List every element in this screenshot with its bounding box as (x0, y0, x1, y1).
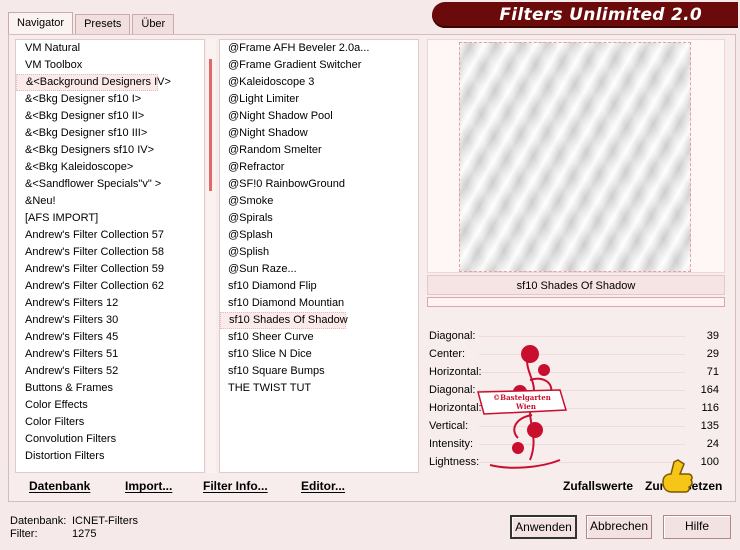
db-label: Datenbank: (10, 515, 67, 527)
scrollbar-thumb[interactable] (209, 59, 212, 191)
progress-bar (427, 297, 725, 307)
list-item[interactable]: &<Bkg Designer sf10 I> (16, 91, 204, 108)
list-item[interactable]: Distortion Filters (16, 448, 204, 465)
list-item[interactable]: [AFS IMPORT] (16, 210, 204, 227)
app-title: Filters Unlimited 2.0 (499, 5, 702, 25)
list-item[interactable]: VM Natural (16, 40, 204, 57)
filter-name-label: sf10 Shades Of Shadow (427, 275, 725, 295)
list-item[interactable]: &<Bkg Kaleidoscope> (16, 159, 204, 176)
param-label: Vertical: (429, 420, 469, 432)
param-value: 116 (701, 402, 719, 414)
list-item[interactable]: @Splish (220, 244, 418, 261)
list-item[interactable]: @SF!0 RainbowGround (220, 176, 418, 193)
filter-list[interactable]: @Frame AFH Beveler 2.0a... @Frame Gradie… (219, 39, 419, 473)
list-item[interactable]: @Refractor (220, 159, 418, 176)
tab-ueber[interactable]: Über (132, 14, 175, 34)
tab-presets[interactable]: Presets (75, 14, 131, 34)
param-label: Diagonal: (429, 384, 476, 396)
action-row: Datenbank Import... Filter Info... Edito… (9, 475, 737, 499)
db-value: ICNET-Filters (72, 515, 138, 527)
selected-category[interactable]: &<Background Designers IV> (16, 74, 171, 91)
watermark-text-line-2: Wien (515, 402, 536, 411)
list-item[interactable]: sf10 Diamond Flip (220, 278, 418, 295)
title-banner: Filters Unlimited 2.0 (432, 2, 738, 28)
category-list[interactable]: VM Natural VM Toolbox &<Background Desig… (15, 39, 205, 473)
param-value: 39 (706, 330, 719, 342)
filter-info-button[interactable]: Filter Info... (197, 475, 274, 497)
list-item[interactable]: VM Toolbox (16, 57, 204, 74)
cancel-button[interactable]: Abbrechen (586, 515, 652, 539)
list-item[interactable]: @Frame AFH Beveler 2.0a... (220, 40, 418, 57)
list-item[interactable]: Andrew's Filters 12 (16, 295, 204, 312)
category-scrollbar[interactable] (207, 39, 216, 473)
list-item[interactable]: sf10 Diamond Mountian (220, 295, 418, 312)
list-item[interactable]: @Frame Gradient Switcher (220, 57, 418, 74)
list-item[interactable]: sf10 Square Bumps (220, 363, 418, 380)
import-button[interactable]: Import... (119, 475, 178, 497)
list-item[interactable]: Color Effects (16, 397, 204, 414)
tab-navigator[interactable]: Navigator (8, 12, 74, 34)
list-item[interactable]: @Night Shadow (220, 125, 418, 142)
list-item[interactable]: @Smoke (220, 193, 418, 210)
list-item[interactable]: Andrew's Filter Collection 62 (16, 278, 204, 295)
preview-frame (427, 39, 725, 273)
list-item[interactable]: Andrew's Filter Collection 59 (16, 261, 204, 278)
list-item[interactable]: @Night Shadow Pool (220, 108, 418, 125)
param-value: 24 (706, 438, 719, 450)
watermark-stamp: ©Bastelgarten Wien (477, 345, 567, 469)
list-item[interactable]: Convolution Filters (16, 431, 204, 448)
param-label: Intensity: (429, 438, 474, 450)
param-value: 29 (706, 348, 719, 360)
list-item[interactable]: Andrew's Filter Collection 58 (16, 244, 204, 261)
list-item[interactable]: @Sun Raze... (220, 261, 418, 278)
param-slider[interactable] (479, 336, 685, 337)
param-value: 164 (700, 384, 719, 396)
param-value: 135 (700, 420, 719, 432)
param-label: Center: (429, 348, 466, 360)
list-item[interactable]: @Spirals (220, 210, 418, 227)
main-panel: VM Natural VM Toolbox &<Background Desig… (8, 34, 736, 502)
randomize-button[interactable]: Zufallswerte (557, 475, 639, 497)
preview-image[interactable] (459, 42, 691, 272)
tab-bar: Navigator Presets Über (8, 12, 176, 34)
list-item[interactable]: @Splash (220, 227, 418, 244)
list-item[interactable]: @Random Smelter (220, 142, 418, 159)
list-item[interactable]: @Light Limiter (220, 91, 418, 108)
datenbank-button[interactable]: Datenbank (23, 475, 96, 497)
selected-filter[interactable]: sf10 Shades Of Shadow (220, 312, 348, 329)
editor-button[interactable]: Editor... (295, 475, 351, 497)
list-item[interactable]: THE TWIST TUT (220, 380, 418, 397)
apply-button[interactable]: Anwenden (510, 515, 577, 539)
list-item[interactable]: Andrew's Filters 51 (16, 346, 204, 363)
watermark-text-line-1: ©Bastelgarten (493, 393, 551, 402)
list-item[interactable]: Andrew's Filters 30 (16, 312, 204, 329)
list-item[interactable]: @Kaleidoscope 3 (220, 74, 418, 91)
list-item[interactable]: &<Bkg Designers sf10 IV> (16, 142, 204, 159)
pointing-hand-icon (662, 459, 693, 493)
list-item[interactable]: Andrew's Filters 45 (16, 329, 204, 346)
param-value: 71 (706, 366, 719, 378)
help-button[interactable]: Hilfe (663, 515, 731, 539)
filter-count-value: 1275 (72, 528, 97, 540)
param-label: Diagonal: (429, 330, 476, 342)
list-item[interactable]: &<Bkg Designer sf10 II> (16, 108, 204, 125)
list-item[interactable]: &<Bkg Designer sf10 III> (16, 125, 204, 142)
list-item[interactable]: &<Sandflower Specials"v" > (16, 176, 204, 193)
list-item[interactable]: &Neu! (16, 193, 204, 210)
list-item[interactable]: sf10 Slice N Dice (220, 346, 418, 363)
param-value: 100 (700, 456, 719, 468)
list-item[interactable]: sf10 Sheer Curve (220, 329, 418, 346)
filter-count-label: Filter: (10, 528, 38, 540)
list-item[interactable]: Buttons & Frames (16, 380, 204, 397)
list-item[interactable]: Andrew's Filter Collection 57 (16, 227, 204, 244)
list-item[interactable]: Andrew's Filters 52 (16, 363, 204, 380)
status-area: Datenbank: ICNET-Filters Filter: 1275 (10, 515, 138, 541)
list-item[interactable]: Color Filters (16, 414, 204, 431)
